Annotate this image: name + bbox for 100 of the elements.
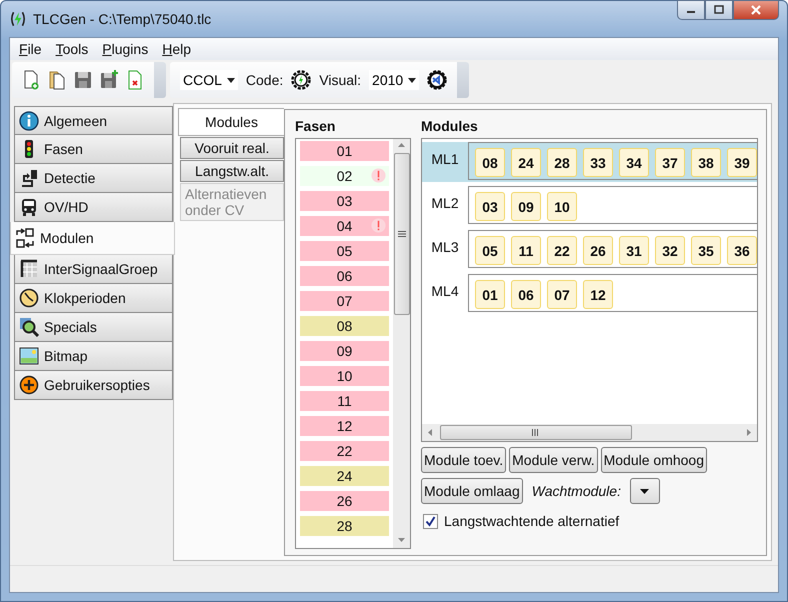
phase-chip[interactable]: 33 [583, 148, 613, 177]
minimize-button[interactable] [677, 0, 705, 20]
menu-item[interactable]: Tools [48, 41, 96, 57]
phase-chip[interactable]: 03 [475, 192, 505, 221]
phase-chip[interactable]: 12 [583, 280, 613, 309]
magnifier-icon [19, 317, 39, 337]
phase-chip[interactable]: 38 [691, 148, 721, 177]
menu-item[interactable]: File [12, 41, 49, 57]
phase-chip[interactable]: 06 [511, 280, 541, 309]
sidebar-tab[interactable]: Bitmap [14, 342, 173, 371]
sub-tab[interactable]: Langstw.alt. [180, 160, 284, 182]
phase-item[interactable]: 10 [300, 366, 389, 386]
sidebar-tab[interactable]: Klokperioden [14, 284, 173, 313]
phase-chip[interactable]: 39 [727, 148, 757, 177]
phase-item[interactable]: 03 [300, 191, 389, 211]
phase-item[interactable]: 09 [300, 341, 389, 361]
phase-chip[interactable]: 07 [547, 280, 577, 309]
module-button[interactable]: Module verw. [509, 447, 598, 473]
phase-chip[interactable]: 08 [475, 148, 505, 177]
grip-icon [532, 429, 540, 436]
phase-chip[interactable]: 36 [727, 236, 757, 265]
sidebar-tab[interactable]: InterSignaalGroep [14, 255, 173, 284]
phase-chip[interactable]: 34 [619, 148, 649, 177]
sidebar-tab[interactable]: Specials [14, 313, 173, 342]
phase-item[interactable]: 26 [300, 491, 389, 511]
menu-item[interactable]: Plugins [95, 41, 156, 57]
scroll-left-icon[interactable] [428, 429, 432, 436]
close-button[interactable] [733, 0, 779, 20]
sidebar-tab[interactable]: Detectie [14, 164, 173, 193]
phase-item[interactable]: 12 [300, 416, 389, 436]
menu-item[interactable]: Help [155, 41, 198, 57]
module-button[interactable]: Module omhoog [600, 447, 708, 473]
visual-label: Visual: [319, 72, 362, 88]
phase-chip[interactable]: 09 [511, 192, 541, 221]
gear-icon[interactable] [291, 70, 312, 90]
phase-item[interactable]: 22 [300, 441, 389, 461]
horizontal-scrollbar[interactable] [422, 424, 757, 441]
phase-chip[interactable]: 11 [511, 236, 541, 265]
modules-heading: Modules [421, 117, 479, 136]
open-folder-icon[interactable] [48, 70, 66, 90]
bus-icon [19, 197, 39, 217]
sidebar-tab[interactable]: OV/HD [14, 193, 173, 222]
grip-icon [398, 231, 406, 237]
phase-chip[interactable]: 01 [475, 280, 505, 309]
phases-heading: Fasen [295, 117, 336, 136]
sub-tab[interactable]: Vooruit real. [180, 137, 284, 159]
phase-item[interactable]: 11 [300, 391, 389, 411]
detector-icon [19, 168, 39, 188]
module-name: ML4 [430, 282, 460, 299]
image-icon [19, 346, 39, 366]
sidebar-tab[interactable]: Gebruikersopties [14, 371, 173, 400]
close-file-icon[interactable] [126, 70, 144, 90]
phase-chip[interactable]: 22 [547, 236, 577, 265]
phase-chip[interactable]: 31 [619, 236, 649, 265]
sidebar-tab[interactable]: Algemeen [14, 106, 173, 135]
module-row[interactable]: ML1 08 24 28 33 34 37 38 39 [422, 142, 757, 182]
phase-chip[interactable]: 24 [511, 148, 541, 177]
phase-item[interactable]: 07 [300, 291, 389, 311]
generator-dropdown[interactable]: CCOL [180, 70, 238, 90]
modules-icon [15, 228, 35, 248]
gear-icon[interactable] [427, 70, 448, 90]
scroll-right-icon[interactable] [747, 429, 751, 436]
phase-item[interactable]: 08 [300, 316, 389, 336]
module-button[interactable]: Module toev. [421, 447, 506, 473]
wait-module-label: Wachtmodule: [532, 483, 621, 499]
phase-item[interactable]: 24 [300, 466, 389, 486]
save-as-icon[interactable] [100, 70, 118, 90]
phase-item[interactable]: 04 [300, 216, 389, 236]
module-button[interactable]: Module omlaag [421, 478, 523, 504]
visual-version-dropdown[interactable]: 2010 [369, 70, 420, 90]
phase-chip[interactable]: 05 [475, 236, 505, 265]
checkbox-label: Langstwachtende alternatief [444, 513, 620, 529]
caret-icon [408, 78, 416, 82]
window-title: TLCGen - C:\Temp\75040.tlc [33, 11, 212, 27]
phase-item[interactable]: 05 [300, 241, 389, 261]
scroll-down-icon[interactable] [398, 538, 405, 542]
save-icon[interactable] [74, 70, 92, 90]
wait-module-dropdown[interactable] [630, 478, 660, 504]
sidebar-tab[interactable]: Fasen [14, 135, 173, 164]
checkbox[interactable] [423, 514, 438, 528]
vertical-scrollbar[interactable] [393, 139, 410, 548]
sidebar-tab[interactable]: Modulen [10, 222, 175, 255]
new-file-icon[interactable] [22, 70, 40, 90]
phase-chip[interactable]: 32 [655, 236, 685, 265]
phase-item[interactable]: 28 [300, 516, 389, 536]
maximize-button[interactable] [705, 0, 733, 20]
phase-chip[interactable]: 10 [547, 192, 577, 221]
phase-chip[interactable]: 35 [691, 236, 721, 265]
module-name: ML1 [430, 150, 460, 167]
phase-chip[interactable]: 37 [655, 148, 685, 177]
scroll-up-icon[interactable] [398, 143, 405, 147]
info-icon [19, 110, 39, 130]
sub-tab[interactable]: Modules [178, 108, 284, 136]
phase-item[interactable]: 06 [300, 266, 389, 286]
phase-item[interactable]: 02 [300, 166, 389, 186]
phase-item[interactable]: 01 [300, 141, 389, 161]
plus-icon [19, 375, 39, 395]
phase-chip[interactable]: 26 [583, 236, 613, 265]
grid-icon [19, 259, 39, 279]
phase-chip[interactable]: 28 [547, 148, 577, 177]
